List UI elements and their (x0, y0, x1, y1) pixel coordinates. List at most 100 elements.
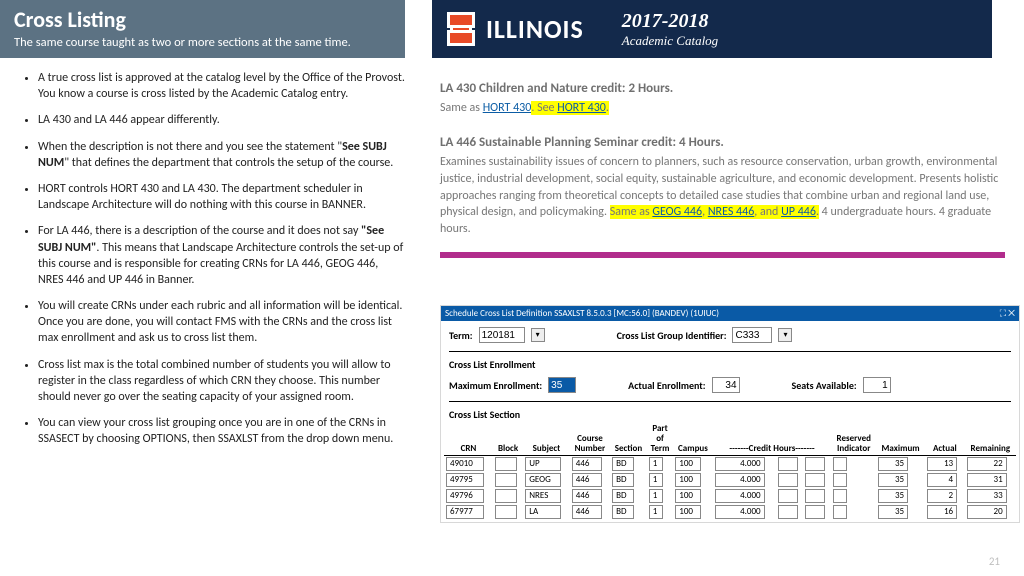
cell[interactable]: 4.000 (715, 457, 765, 471)
group-input[interactable] (732, 327, 772, 343)
cell[interactable]: UP (525, 457, 561, 471)
cell[interactable]: BD (612, 505, 634, 519)
cell[interactable] (495, 489, 517, 503)
cell[interactable]: 13 (927, 457, 957, 471)
cell[interactable]: 446 (572, 505, 602, 519)
cell[interactable]: BD (612, 457, 634, 471)
cell[interactable]: 100 (675, 473, 701, 487)
term-input[interactable] (479, 327, 525, 343)
cell[interactable]: 100 (675, 505, 701, 519)
text: , and (754, 205, 781, 219)
cell[interactable] (778, 489, 798, 503)
cell[interactable]: 4.000 (715, 489, 765, 503)
cell[interactable]: 100 (675, 457, 701, 471)
cell[interactable] (833, 489, 847, 503)
cell[interactable]: 2 (927, 489, 957, 503)
cell[interactable]: NRES (525, 489, 561, 503)
seats-label: Seats Available: (792, 379, 857, 392)
term-label: Term: (449, 329, 473, 342)
col-pot: PartofTerm (647, 423, 673, 455)
catalog-label: 2017-2018 Academic Catalog (622, 10, 718, 49)
col-section: Section (610, 423, 647, 455)
cell[interactable] (495, 473, 517, 487)
cell[interactable] (833, 505, 847, 519)
cell[interactable] (805, 489, 825, 503)
form-titlebar: Schedule Cross List Definition SSAXLST 8… (441, 306, 1019, 321)
sect-title: Cross List Section (441, 404, 1019, 421)
cell[interactable]: 35 (878, 489, 908, 503)
seats-input[interactable] (863, 377, 891, 393)
link-hort430-a[interactable]: HORT 430 (483, 101, 532, 115)
cell[interactable]: 4 (927, 473, 957, 487)
cell[interactable]: 16 (927, 505, 957, 519)
col-rem: Remaining (965, 423, 1016, 455)
col-crn: CRN (444, 423, 493, 455)
col-credit: -------Credit Hours------- (713, 423, 832, 455)
cell[interactable]: 35 (878, 505, 908, 519)
cell[interactable] (833, 473, 847, 487)
cell[interactable] (833, 457, 847, 471)
col-resv: ReservedIndicator (831, 423, 876, 455)
cell[interactable]: 1 (649, 489, 663, 503)
col-max: Maximum (876, 423, 925, 455)
term-dropdown[interactable]: ▾ (531, 328, 545, 342)
la446-header: LA 446 Sustainable Planning Seminar cred… (440, 134, 1005, 152)
illinois-wordmark: ILLINOIS (486, 13, 584, 45)
cell[interactable]: 49796 (446, 489, 484, 503)
cell[interactable]: BD (612, 489, 634, 503)
cell[interactable]: 33 (967, 489, 1007, 503)
cell[interactable]: 31 (967, 473, 1007, 487)
link-nres446[interactable]: NRES 446 (708, 205, 754, 219)
cell[interactable] (778, 473, 798, 487)
cell[interactable] (805, 473, 825, 487)
cell[interactable]: 35 (878, 457, 908, 471)
ssaxlst-form: Schedule Cross List Definition SSAXLST 8… (440, 305, 1020, 523)
cell[interactable] (805, 457, 825, 471)
table-row: 49795 GEOG 446 BD 1 100 4.000 35 4 31 (444, 472, 1016, 488)
link-up446[interactable]: UP 446 (781, 205, 816, 219)
cell[interactable]: LA (525, 505, 561, 519)
cell[interactable] (495, 457, 517, 471)
illinois-banner: ILLINOIS 2017-2018 Academic Catalog (432, 0, 992, 58)
cell[interactable]: 1 (649, 473, 663, 487)
cell[interactable]: 35 (878, 473, 908, 487)
cell[interactable]: 67977 (446, 505, 484, 519)
cell[interactable]: 100 (675, 489, 701, 503)
cell[interactable] (778, 457, 798, 471)
maxe-input[interactable] (548, 377, 576, 393)
cell[interactable] (805, 505, 825, 519)
cell[interactable]: 22 (967, 457, 1007, 471)
link-geog446[interactable]: GEOG 446 (652, 205, 702, 219)
bullet-item: Cross list max is the total combined num… (38, 357, 405, 406)
cell[interactable]: 446 (572, 457, 602, 471)
cell[interactable]: GEOG (525, 473, 561, 487)
group-dropdown[interactable]: ▾ (778, 328, 792, 342)
la430-line: Same as HORT 430. See HORT 430. (440, 100, 1005, 117)
cell[interactable]: 1 (649, 457, 663, 471)
cell[interactable]: 446 (572, 473, 602, 487)
cell[interactable]: BD (612, 473, 634, 487)
bullet-item: HORT controls HORT 430 and LA 430. The d… (38, 181, 405, 213)
cell[interactable]: 20 (967, 505, 1007, 519)
table-row: 67977 LA 446 BD 1 100 4.000 35 16 20 (444, 504, 1016, 520)
cell[interactable]: 49795 (446, 473, 484, 487)
cell[interactable]: 446 (572, 489, 602, 503)
slide-header: Cross Listing The same course taught as … (0, 0, 405, 58)
la430-header: LA 430 Children and Nature credit: 2 Hou… (440, 80, 1005, 98)
magenta-separator (440, 252, 1005, 258)
col-course: CourseNumber (570, 423, 610, 455)
acte-input[interactable] (712, 377, 740, 393)
la446-body: Examines sustainability issues of concer… (440, 154, 1005, 238)
cell[interactable]: 4.000 (715, 505, 765, 519)
highlight: . See HORT 430. (531, 101, 609, 115)
window-controls: ⛶ ✕ (1000, 308, 1015, 319)
col-act: Actual (925, 423, 965, 455)
link-hort430-b[interactable]: HORT 430 (557, 101, 606, 115)
cell[interactable]: 4.000 (715, 473, 765, 487)
cell[interactable] (495, 505, 517, 519)
cell[interactable]: 49010 (446, 457, 484, 471)
acte-label: Actual Enrollment: (628, 379, 705, 392)
cell[interactable] (778, 505, 798, 519)
cell[interactable]: 1 (649, 505, 663, 519)
slide-subtitle: The same course taught as two or more se… (14, 35, 391, 50)
